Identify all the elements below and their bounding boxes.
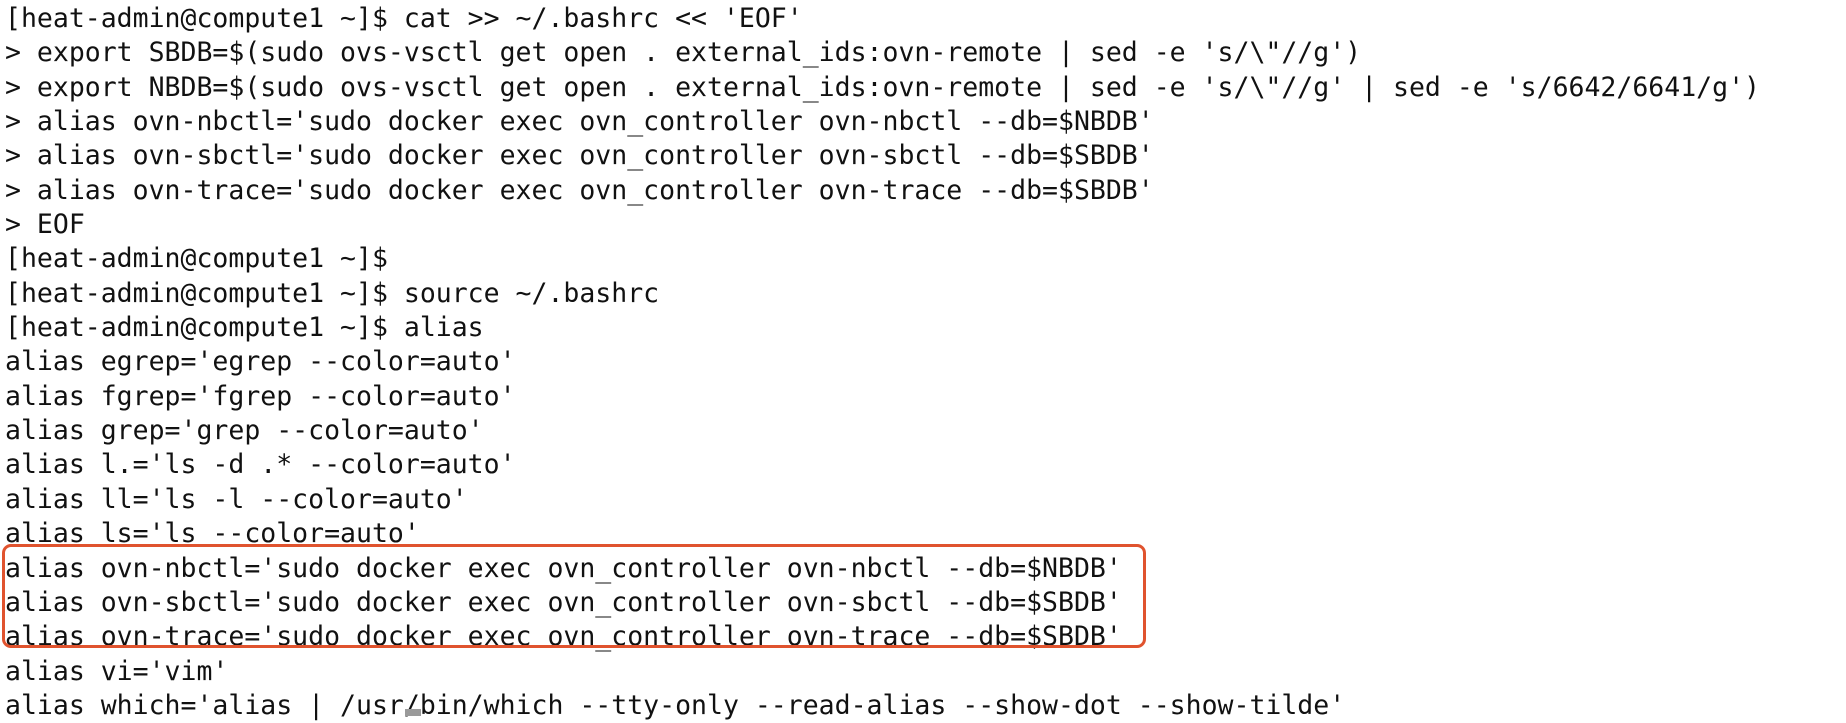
terminal-line: [heat-admin@compute1 ~]$ alias <box>5 312 484 344</box>
terminal-line: alias egrep='egrep --color=auto' <box>5 346 516 378</box>
terminal-line: alias l.='ls -d .* --color=auto' <box>5 449 516 481</box>
terminal-window[interactable]: [heat-admin@compute1 ~]$ cat >> ~/.bashr… <box>0 0 1846 721</box>
terminal-line: > export SBDB=$(sudo ovs-vsctl get open … <box>5 37 1362 69</box>
terminal-line: > EOF <box>5 209 85 241</box>
terminal-line: alias which='alias | /usr/bin/which --tt… <box>5 689 1346 721</box>
terminal-line: alias fgrep='fgrep --color=auto' <box>5 380 516 412</box>
terminal-cursor <box>405 709 421 716</box>
terminal-line: [heat-admin@compute1 ~]$ source ~/.bashr… <box>5 277 660 309</box>
terminal-line: > alias ovn-sbctl='sudo docker exec ovn_… <box>5 140 1154 172</box>
terminal-line: > alias ovn-trace='sudo docker exec ovn_… <box>5 174 1154 206</box>
terminal-line: > alias ovn-nbctl='sudo docker exec ovn_… <box>5 106 1154 138</box>
terminal-line: alias vi='vim' <box>5 655 229 687</box>
terminal-line: [heat-admin@compute1 ~]$ <box>5 243 388 275</box>
terminal-line: alias grep='grep --color=auto' <box>5 415 484 447</box>
terminal-line: [heat-admin@compute1 ~]$ cat >> ~/.bashr… <box>5 3 803 34</box>
terminal-line: > export NBDB=$(sudo ovs-vsctl get open … <box>5 71 1760 103</box>
terminal-line: alias ll='ls -l --color=auto' <box>5 483 468 515</box>
highlight-box <box>2 544 1146 648</box>
